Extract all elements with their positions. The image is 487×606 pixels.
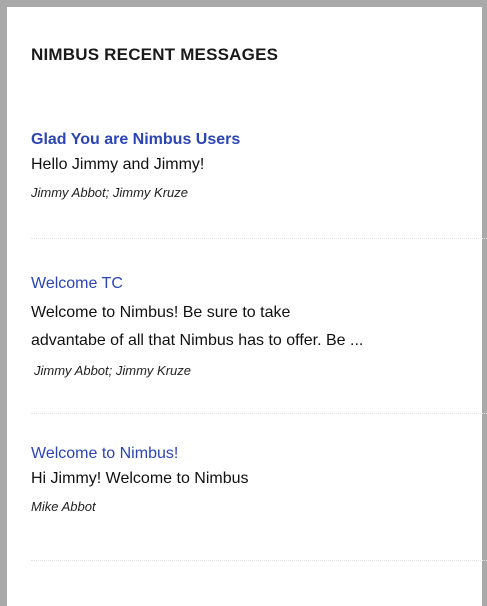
message-divider xyxy=(31,560,487,561)
message-item: Welcome to Nimbus! Hi Jimmy! Welcome to … xyxy=(31,445,487,514)
message-subject-link[interactable]: Welcome to Nimbus! xyxy=(31,445,487,463)
message-recipients: Mike Abbot xyxy=(31,499,96,514)
message-recipients: Jimmy Abbot; Jimmy Kruze xyxy=(31,185,188,200)
message-divider xyxy=(31,238,487,239)
message-recipients: Jimmy Abbot; Jimmy Kruze xyxy=(34,363,191,378)
message-subject-link[interactable]: Glad You are Nimbus Users xyxy=(31,131,487,149)
message-preview: Hi Jimmy! Welcome to Nimbus xyxy=(31,470,249,487)
message-subject-link[interactable]: Welcome TC xyxy=(31,275,487,293)
message-divider xyxy=(31,413,487,414)
recent-messages-panel: NIMBUS RECENT MESSAGES Glad You are Nimb… xyxy=(0,0,487,606)
panel-title: NIMBUS RECENT MESSAGES xyxy=(31,45,279,64)
message-item: Glad You are Nimbus Users Hello Jimmy an… xyxy=(31,131,487,200)
message-preview-line: advantabe of all that Nimbus has to offe… xyxy=(31,332,364,349)
message-preview: Welcome to Nimbus! Be sure to take advan… xyxy=(31,299,487,355)
message-preview-line: Welcome to Nimbus! Be sure to take xyxy=(31,304,291,321)
message-preview: Hello Jimmy and Jimmy! xyxy=(31,156,205,173)
message-item: Welcome TC Welcome to Nimbus! Be sure to… xyxy=(31,275,487,378)
